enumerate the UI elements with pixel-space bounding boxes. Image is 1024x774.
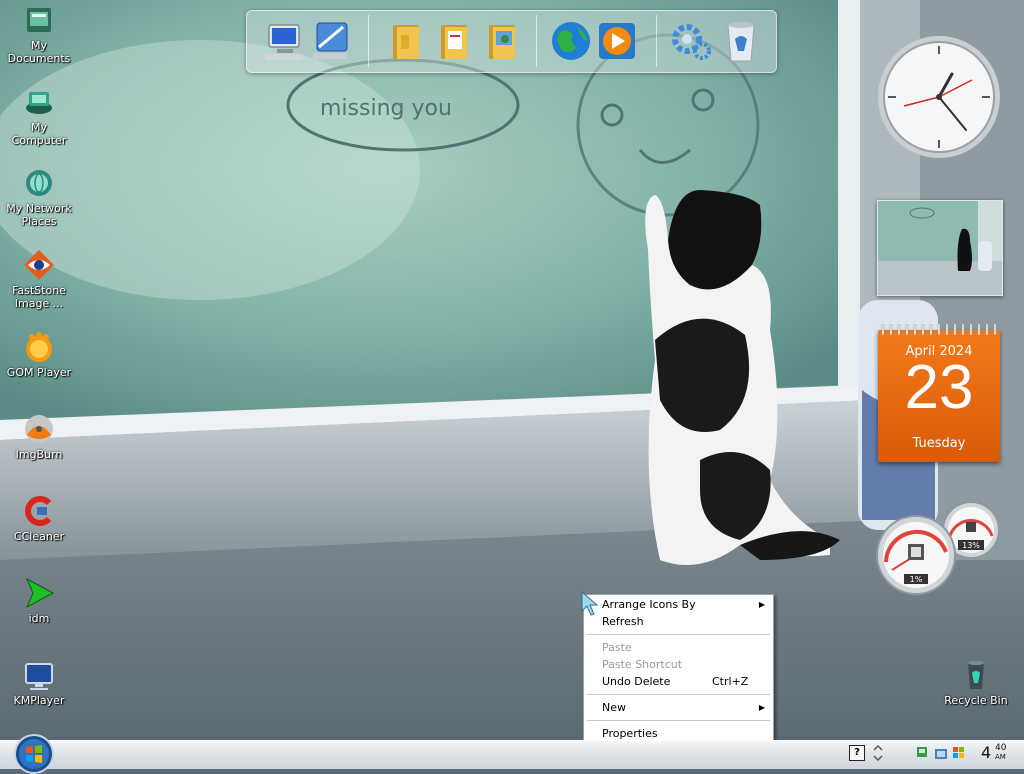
top-dock [246,10,777,73]
windows-security-tray-icon[interactable] [953,747,964,758]
recycle-bin-icon [968,661,984,689]
desktop-icon-gom-player[interactable]: GOM Player [0,331,78,379]
folder-icon[interactable] [383,17,427,65]
help-icon[interactable]: ? [849,745,865,761]
calendar-rings [881,324,997,336]
submenu-arrow-icon: ▶ [758,600,765,609]
menu-item-label: Paste [602,641,632,654]
dock-separator [368,15,369,67]
clock-gadget[interactable] [876,34,1002,160]
menu-item-paste: Paste [584,639,773,656]
wallpaper-drawn-text: missing you [320,96,452,121]
desktop-icon-my-documents[interactable]: My Documents [0,4,78,65]
submenu-arrow-icon: ▶ [758,703,765,712]
desktop-icon-recycle-bin[interactable]: Recycle Bin [936,659,1016,707]
computer-icon [26,92,52,114]
calendar-gadget[interactable]: April 2024 23 Tuesday [878,324,1000,462]
ccleaner-icon [25,496,52,526]
menu-item-arrange-icons-by[interactable]: Arrange Icons By ▶ [584,596,773,613]
desktop-icon-faststone[interactable]: FastStone Image ... [0,249,78,310]
folder-documents-icon [27,8,51,32]
desktop-icon-label: My Computer [11,121,67,147]
desktop-icon-label: Recycle Bin [944,694,1008,707]
desktop-icon-idm[interactable]: idm [0,577,78,625]
tray-expand-arrows-icon[interactable] [873,744,883,762]
desktop-icon-imgburn[interactable]: ImgBurn [0,413,78,461]
slideshow-gadget[interactable] [877,200,1003,296]
control-panel-icon[interactable] [309,17,353,65]
imgburn-disc-icon [25,415,53,443]
menu-item-label: New [602,701,626,714]
mouse-cursor-icon [581,591,599,616]
calendar-weekday: Tuesday [912,436,966,451]
settings-gears-icon[interactable] [669,17,713,65]
menu-item-label: Refresh [602,615,644,628]
menu-item-label: Arrange Icons By [602,598,696,611]
desktop-icon-label: idm [28,612,50,625]
taskbar-clock-hour[interactable]: 4 [981,743,991,762]
desktop-icon-label: My Network Places [6,202,72,228]
menu-item-undo-delete[interactable]: Undo Delete Ctrl+Z [584,673,773,690]
idm-arrow-icon [25,577,55,609]
internet-globe-icon[interactable] [549,17,593,65]
desktop-icon-kmplayer[interactable]: KMPlayer [0,659,78,707]
cpu-meter-value: 1% [910,575,923,584]
desktop-icon-ccleaner[interactable]: CCleaner [0,495,78,543]
desktop-icon-label: KMPlayer [13,694,65,707]
desktop-icon-label: ImgBurn [15,448,63,461]
menu-separator [587,694,770,695]
memory-meter-value: 13% [962,541,980,550]
dock-separator [536,15,537,67]
gom-player-icon [26,332,52,362]
menu-item-shortcut: Ctrl+Z [712,675,749,688]
menu-item-new[interactable]: New ▶ [584,699,773,716]
desktop-icon-label: FastStone Image ... [12,284,66,310]
menu-separator [587,720,770,721]
network-tray-icon[interactable] [917,747,927,757]
menu-separator [587,634,770,635]
system-tray-icons [917,747,964,759]
taskbar-clock-minutes: 40 [995,743,1007,753]
volume-tray-icon[interactable] [935,749,947,759]
desktop-icon-label: GOM Player [6,366,72,379]
desktop-context-menu: Arrange Icons By ▶ Refresh Paste Paste S… [583,594,774,747]
desktop-wallpaper: missing you [0,0,1024,740]
faststone-eye-icon [24,250,54,280]
documents-folder-icon[interactable] [431,17,475,65]
calendar-day-number: 23 [904,353,974,422]
menu-item-paste-shortcut: Paste Shortcut [584,656,773,673]
desktop-icon-label: CCleaner [13,530,65,543]
network-globe-icon [26,170,52,196]
kmplayer-icon [25,663,53,690]
dock-separator [656,15,657,67]
taskbar-clock-ampm: AM [995,753,1006,761]
pictures-folder-icon[interactable] [479,17,523,65]
memory-chip-icon [966,522,976,532]
menu-item-label: Undo Delete [602,675,671,688]
start-button[interactable] [14,734,54,774]
cpu-meter-gadget[interactable]: 13% 1% [876,500,1004,598]
recycle-bin-icon[interactable] [719,17,763,65]
menu-item-label: Paste Shortcut [602,658,683,671]
media-player-icon[interactable] [595,17,639,65]
taskbar [0,740,1024,769]
desktop-icon-network-places[interactable]: My Network Places [0,167,78,228]
menu-item-refresh[interactable]: Refresh [584,613,773,630]
my-computer-icon[interactable] [263,17,307,65]
desktop-icon-label: My Documents [7,39,71,65]
desktop-icon-my-computer[interactable]: My Computer [0,86,78,147]
slideshow-thumbnail [878,201,1002,295]
